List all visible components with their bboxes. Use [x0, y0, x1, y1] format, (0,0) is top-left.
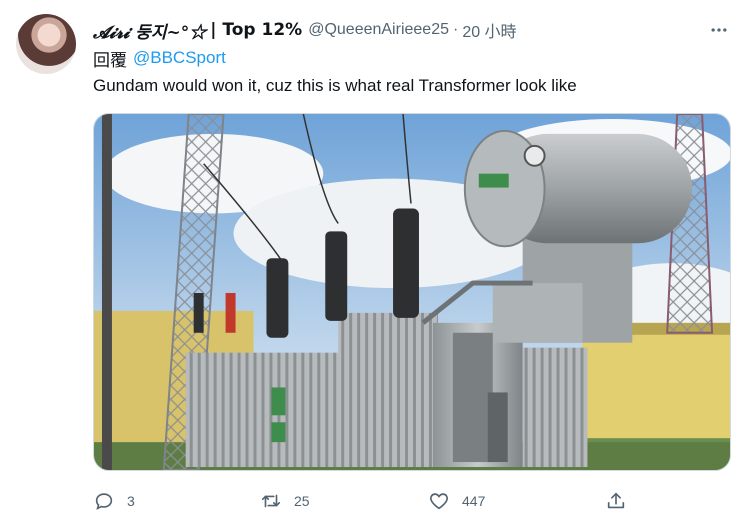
- replying-to: 回覆 @BBCSport: [93, 46, 226, 70]
- separator-dot: ·: [452, 21, 459, 38]
- reply-button[interactable]: 3: [93, 485, 135, 517]
- transformer-photo: [94, 114, 730, 470]
- more-options-button[interactable]: [704, 18, 734, 42]
- reply-handle-link[interactable]: @BBCSport: [133, 48, 226, 68]
- user-handle[interactable]: @QueeenAirieee25: [308, 21, 449, 39]
- timestamp[interactable]: 20 小時: [462, 18, 516, 42]
- share-button[interactable]: [605, 485, 627, 517]
- retweet-count: 25: [294, 493, 310, 509]
- retweet-button[interactable]: 25: [260, 485, 310, 517]
- share-icon: [607, 492, 625, 509]
- tweet-text: Gundam would won it, cuz this is what re…: [93, 76, 577, 95]
- tweet-photo[interactable]: [93, 113, 731, 471]
- display-name-suffix: | Top 12%: [210, 20, 303, 40]
- retweet-icon: [261, 494, 281, 508]
- reply-count: 3: [127, 493, 135, 509]
- like-count: 447: [462, 493, 486, 509]
- tweet-header: 𝓐𝓲𝓻𝓲 둥지~°☆ | Top 12% @QueeenAirieee25 · …: [93, 18, 517, 43]
- display-name[interactable]: 𝓐𝓲𝓻𝓲 둥지~°☆: [93, 18, 206, 43]
- tweet-card[interactable]: 𝓐𝓲𝓻𝓲 둥지~°☆ | Top 12% @QueeenAirieee25 · …: [0, 0, 750, 530]
- heart-icon: [430, 493, 448, 510]
- like-button[interactable]: 447: [428, 485, 485, 517]
- reply-icon: [95, 493, 113, 510]
- avatar[interactable]: [16, 14, 76, 74]
- reply-label: 回覆: [93, 50, 127, 70]
- more-horizontal-icon: [711, 28, 727, 32]
- tweet-actions: 3 25 447: [93, 485, 653, 517]
